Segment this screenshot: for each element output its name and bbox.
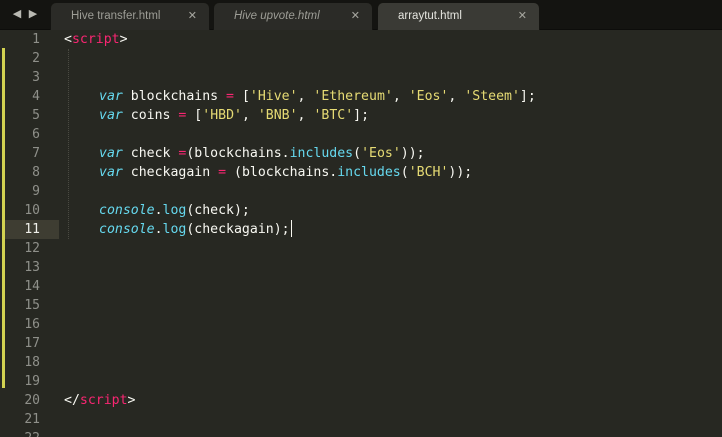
line-number: 21 [24,412,40,427]
object-name: console [99,222,155,237]
string-literal: 'Ethereum' [313,89,393,104]
punctuation: ( [400,165,409,180]
code-line-11: console.log(checkagain); [99,220,292,239]
method-name: log [162,222,187,237]
code-line-1: <script> [64,30,128,49]
tab-bar: ◀ ▶ Hive transfer.html ✕ Hive upvote.htm… [0,0,722,30]
code-area[interactable]: <script> var blockchains = ['Hive', 'Eth… [64,30,714,437]
string-literal: 'BTC' [313,108,354,123]
line-number: 17 [24,336,40,351]
modified-lines-marker [2,48,5,388]
tag-name: script [71,32,120,47]
object-name: console [99,203,155,218]
identifier: blockchains [122,89,227,104]
punctuation: )); [400,146,425,161]
string-literal: 'BNB' [257,108,298,123]
tab-label: arraytut.html [398,10,462,22]
punctuation: , [297,108,314,123]
line-number: 15 [24,298,40,313]
line-number: 16 [24,317,40,332]
keyword: var [99,89,123,104]
line-number: 13 [24,260,40,275]
punctuation: [ [186,108,203,123]
punctuation: )); [448,165,473,180]
string-literal: 'Hive' [249,89,298,104]
text-cursor [290,220,292,237]
line-number: 7 [32,146,40,161]
string-literal: 'Steem' [464,89,520,104]
code-line-20: </script> [64,391,135,410]
line-number: 3 [32,70,40,85]
punctuation: [ [234,89,250,104]
line-number: 22 [8,429,40,437]
line-number: 9 [32,184,40,199]
tag-bracket: < [64,32,72,47]
editor-window: ◀ ▶ Hive transfer.html ✕ Hive upvote.htm… [0,0,722,437]
method-name: log [162,203,187,218]
string-literal: 'Eos' [361,146,401,161]
line-number: 19 [24,374,40,389]
line-number: 1 [32,32,40,47]
tag-bracket: > [119,32,128,47]
punctuation: . [154,203,163,218]
tab-arraytut[interactable]: arraytut.html ✕ [377,2,540,30]
arguments: (checkagain); [186,222,290,237]
tab-label: Hive transfer.html [71,10,161,22]
punctuation: , [297,89,314,104]
method-name: includes [337,165,401,180]
punctuation: ( [353,146,362,161]
keyword: var [99,146,123,161]
operator: = [218,165,227,180]
operator: = [226,89,234,104]
method-name: includes [289,146,354,161]
punctuation: , [241,108,258,123]
close-icon[interactable]: ✕ [188,9,197,22]
line-number: 14 [24,279,40,294]
string-literal: 'BCH' [408,165,449,180]
punctuation: ]; [353,108,370,123]
string-literal: 'HBD' [202,108,242,123]
tab-scroll-right-icon[interactable]: ▶ [26,5,40,23]
identifier: check [122,146,179,161]
line-number: 2 [32,51,40,66]
close-icon[interactable]: ✕ [351,9,360,22]
tag-bracket: > [127,393,136,408]
identifier: checkagain [122,165,219,180]
tag-name: script [79,393,128,408]
line-number: 5 [32,108,40,123]
punctuation: , [448,89,465,104]
line-number: 12 [24,241,40,256]
string-literal: 'Eos' [408,89,449,104]
tab-scroll-left-icon[interactable]: ◀ [10,5,24,23]
identifier: (blockchains. [226,165,338,180]
tab-hive-transfer[interactable]: Hive transfer.html ✕ [50,2,210,30]
line-number: 20 [24,393,40,408]
code-line-7: var check =(blockchains.includes('Eos'))… [99,144,425,163]
tag-bracket: </ [64,393,80,408]
line-number: 4 [32,89,40,104]
code-editor[interactable]: 1 2 3 4 5 6 7 8 9 10 11 12 13 14 15 16 1… [0,30,722,437]
line-number: 8 [32,165,40,180]
punctuation: ]; [519,89,536,104]
identifier: coins [122,108,179,123]
punctuation: . [154,222,163,237]
line-number-current: 11 [24,222,40,237]
identifier: (blockchains. [186,146,290,161]
tab-label: Hive upvote.html [234,10,320,22]
code-line-5: var coins = ['HBD', 'BNB', 'BTC']; [99,106,369,125]
line-number: 10 [24,203,40,218]
punctuation: , [392,89,409,104]
close-icon[interactable]: ✕ [518,9,527,22]
keyword: var [99,108,123,123]
code-line-4: var blockchains = ['Hive', 'Ethereum', '… [99,87,536,106]
keyword: var [99,165,123,180]
line-number: 6 [32,127,40,142]
tab-hive-upvote[interactable]: Hive upvote.html ✕ [213,2,373,30]
arguments: (check); [186,203,250,218]
code-line-8: var checkagain = (blockchains.includes('… [99,163,472,182]
line-number-gutter: 1 2 3 4 5 6 7 8 9 10 11 12 13 14 15 16 1… [0,30,59,437]
code-line-10: console.log(check); [99,201,250,220]
line-number: 18 [24,355,40,370]
